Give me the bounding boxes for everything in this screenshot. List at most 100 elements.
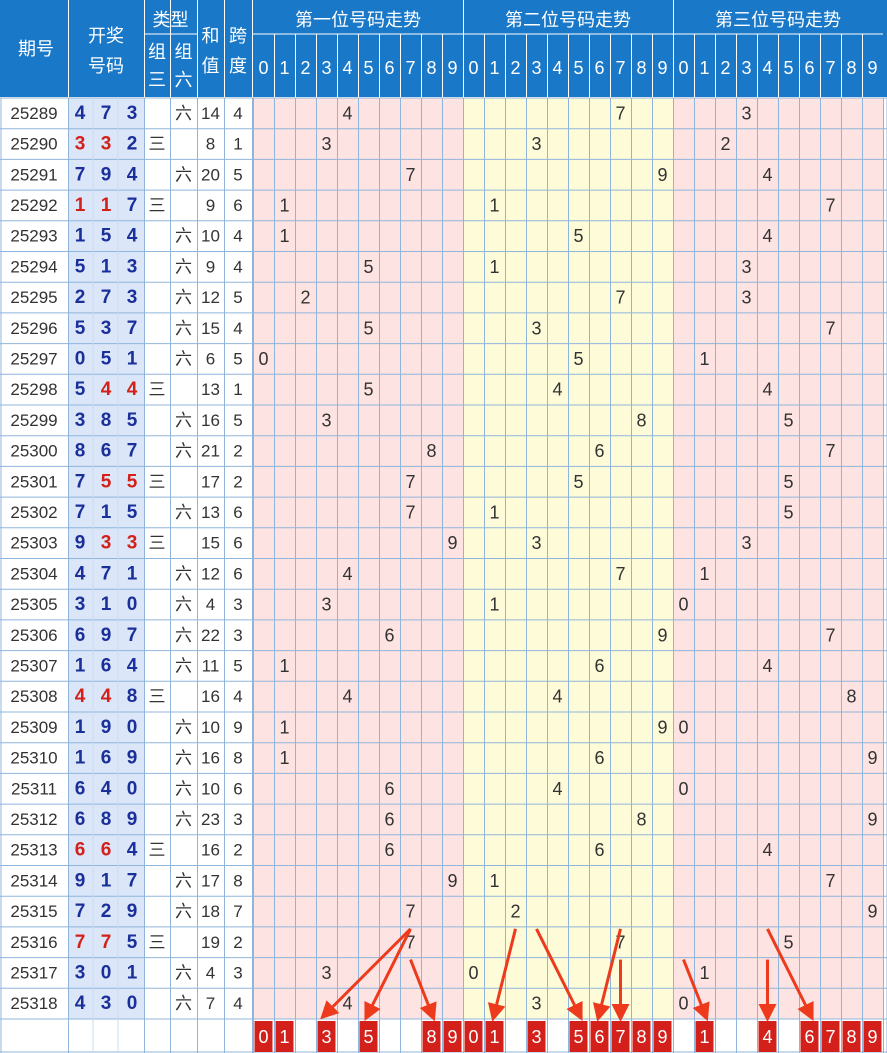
period-label: 25315 <box>10 902 57 921</box>
trend-digit-p2: 1 <box>489 502 499 522</box>
group-six-mark: 六 <box>175 626 192 645</box>
period-label: 25297 <box>10 349 57 368</box>
header-digit-p3-5: 5 <box>783 58 793 78</box>
group-six-mark: 六 <box>175 104 192 123</box>
trend-digit-p1: 8 <box>426 441 436 461</box>
lottery-trend-chart: 期号开奖号码类型组三组六和值跨度第一位号码走势0 1 2 3 4 5 6 7 8 9第二位号码走势… <box>0 0 887 1053</box>
group-six-mark: 六 <box>175 902 192 921</box>
period-label: 25291 <box>10 165 57 184</box>
draw-digit: 7 <box>101 287 112 308</box>
trend-digit-p1: 5 <box>363 380 373 400</box>
sum-value: 16 <box>201 687 220 706</box>
trend-digit-p1: 6 <box>384 809 394 829</box>
span-value: 7 <box>233 902 242 921</box>
draw-digit: 9 <box>127 809 138 830</box>
sum-value: 23 <box>201 810 220 829</box>
trend-digit-p2: 9 <box>657 625 667 645</box>
forecast-digit: 6 <box>804 1027 814 1047</box>
span-value: 5 <box>233 656 242 675</box>
trend-digit-p3: 7 <box>825 318 835 338</box>
span-value: 3 <box>233 810 242 829</box>
forecast-digit: 9 <box>447 1027 457 1047</box>
period-label: 25303 <box>10 534 57 553</box>
draw-digit: 1 <box>101 594 112 615</box>
forecast-digit: 9 <box>657 1027 667 1047</box>
period-label: 25300 <box>10 442 57 461</box>
draw-digit: 5 <box>101 226 112 247</box>
header-digit-p2-4: 4 <box>552 58 562 78</box>
header-digit-p1-3: 3 <box>321 58 331 78</box>
draw-digit: 7 <box>75 471 86 492</box>
header-digit-p2-8: 8 <box>636 58 646 78</box>
group-six-mark: 六 <box>175 564 192 583</box>
draw-digit: 0 <box>101 962 112 983</box>
span-value: 6 <box>233 503 242 522</box>
period-label: 25304 <box>10 564 57 583</box>
span-value: 5 <box>233 349 242 368</box>
period-label: 25305 <box>10 595 57 614</box>
group-three-mark: 三 <box>149 135 166 154</box>
trend-digit-p1: 6 <box>384 779 394 799</box>
trend-digit-p1: 3 <box>321 595 331 615</box>
trend-digit-p2: 7 <box>615 288 625 308</box>
trend-digit-p2: 4 <box>552 687 562 707</box>
draw-digit: 7 <box>101 103 112 124</box>
header-type-z6-line2: 六 <box>175 70 193 90</box>
period-label: 25292 <box>10 196 57 215</box>
trend-digit-p3: 7 <box>825 625 835 645</box>
trend-digit-p2: 8 <box>636 410 646 430</box>
sum-value: 10 <box>201 779 220 798</box>
sum-value: 17 <box>201 871 220 890</box>
sum-value: 19 <box>201 933 220 952</box>
period-label: 25308 <box>10 687 57 706</box>
period-label: 25316 <box>10 933 57 952</box>
draw-digit: 8 <box>101 410 112 431</box>
span-value: 5 <box>233 165 242 184</box>
trend-digit-p2: 4 <box>552 779 562 799</box>
trend-digit-p2: 1 <box>489 595 499 615</box>
trend-digit-p3: 4 <box>762 656 772 676</box>
draw-digit: 5 <box>127 410 138 431</box>
sum-value: 16 <box>201 411 220 430</box>
trend-digit-p3: 2 <box>720 134 730 154</box>
trend-digit-p2: 9 <box>657 165 667 185</box>
draw-digit: 0 <box>75 348 86 369</box>
header-digit-p1-6: 6 <box>384 58 394 78</box>
forecast-digit: 5 <box>573 1027 583 1047</box>
draw-digit: 1 <box>127 348 138 369</box>
group-six-mark: 六 <box>175 319 192 338</box>
trend-digit-p2: 5 <box>573 472 583 492</box>
draw-digit: 7 <box>75 932 86 953</box>
span-value: 9 <box>233 718 242 737</box>
draw-digit: 1 <box>75 655 86 676</box>
period-label: 25290 <box>10 135 57 154</box>
header-digit-p1-0: 0 <box>258 58 268 78</box>
trend-digit-p3: 4 <box>762 165 772 185</box>
forecast-digit: 8 <box>846 1027 856 1047</box>
group-six-mark: 六 <box>175 165 192 184</box>
forecast-digit: 3 <box>321 1027 331 1047</box>
draw-digit: 7 <box>75 901 86 922</box>
period-label: 25309 <box>10 718 57 737</box>
trend-digit-p3: 3 <box>741 257 751 277</box>
draw-digit: 9 <box>127 901 138 922</box>
draw-digit: 8 <box>75 441 86 462</box>
period-label: 25302 <box>10 503 57 522</box>
period-label: 25310 <box>10 749 57 768</box>
header-digit-p3-2: 2 <box>720 58 730 78</box>
sum-value: 11 <box>202 656 220 675</box>
header-digit-p1-9: 9 <box>447 58 457 78</box>
sum-value: 16 <box>201 841 220 860</box>
trend-digit-p3: 3 <box>741 103 751 123</box>
span-value: 4 <box>233 687 242 706</box>
draw-digit: 1 <box>127 563 138 584</box>
forecast-digit: 3 <box>531 1027 541 1047</box>
sum-value: 21 <box>201 442 220 461</box>
header-digit-p1-8: 8 <box>426 58 436 78</box>
header-digit-p1-4: 4 <box>342 58 352 78</box>
period-label: 25314 <box>10 871 57 890</box>
header-sum-line1: 和 <box>202 26 220 46</box>
trend-digit-p1: 7 <box>405 902 415 922</box>
period-label: 25313 <box>10 841 57 860</box>
trend-digit-p2: 5 <box>573 349 583 369</box>
